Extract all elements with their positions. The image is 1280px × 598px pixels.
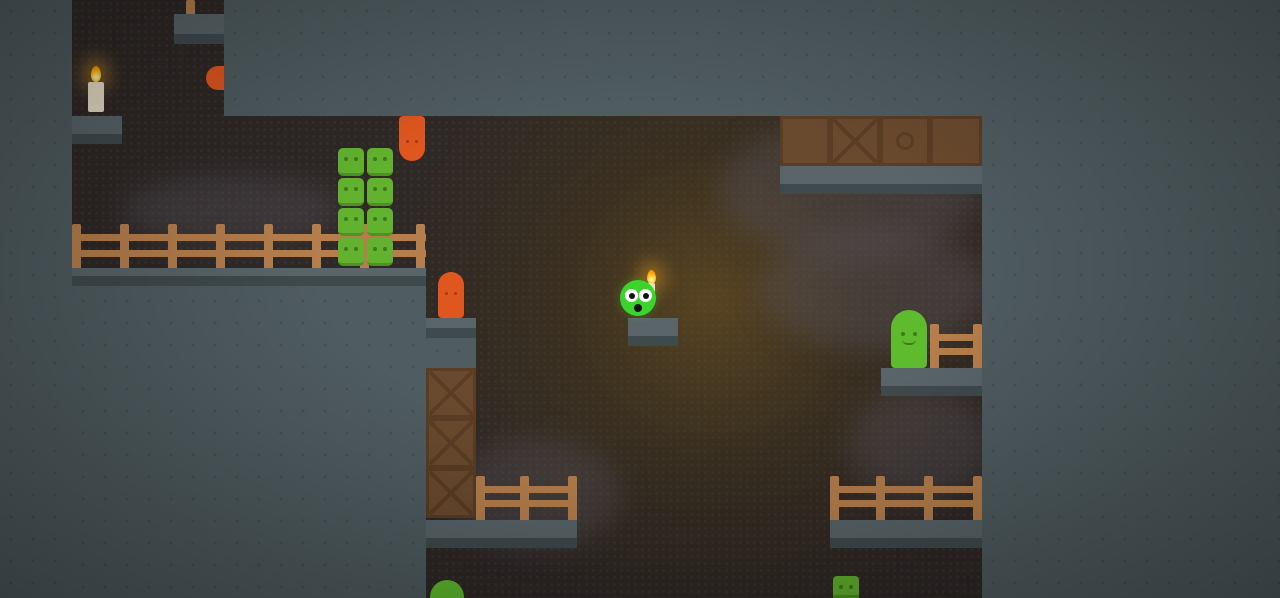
ledge-step (426, 318, 476, 338)
wooden-crate (830, 116, 880, 166)
green-slime-block (367, 238, 393, 266)
stone-wall-right (982, 0, 1280, 598)
ledge-right-slug (881, 368, 982, 396)
wooden-fence-lower-middle (476, 476, 577, 520)
green-slime-block (367, 148, 393, 176)
ledge-top-left-small (174, 14, 224, 44)
wooden-crate (426, 468, 476, 518)
green-slime-block (338, 208, 364, 236)
ledge-player-platform (628, 318, 678, 346)
wooden-fence-right-upper (930, 324, 982, 368)
wood-plank (780, 116, 830, 166)
wood-target-plank (880, 116, 930, 166)
green-blob-player-icon (620, 280, 656, 316)
green-slime-block (338, 178, 364, 206)
green-slime-block (367, 178, 393, 206)
game-viewport (0, 0, 1280, 598)
orange-slug-enemy-partial (206, 66, 224, 90)
green-slime-block (338, 148, 364, 176)
ledge-candle-left (72, 116, 122, 144)
orange-slug-enemy (438, 272, 464, 318)
ledge-lower-middle (426, 520, 577, 548)
green-slime-block-partial (833, 576, 859, 598)
player-character (620, 270, 670, 320)
stone-wall-left (0, 0, 72, 598)
green-slime-block (367, 208, 393, 236)
stone-block-lower-left (72, 268, 426, 598)
ledge-under-fence-left (72, 268, 426, 286)
green-slime-block (338, 238, 364, 266)
ledge-lower-right (830, 520, 982, 548)
wooden-fence-lower-right (830, 476, 982, 520)
wooden-crate (426, 418, 476, 468)
wooden-crate (426, 368, 476, 418)
wooden-fence-top-fragment (186, 0, 196, 14)
wood-plank (930, 116, 982, 166)
orange-slug-enemy-ceiling (399, 116, 425, 161)
green-slug-friendly (891, 310, 927, 368)
ledge-upper-right (780, 166, 982, 194)
